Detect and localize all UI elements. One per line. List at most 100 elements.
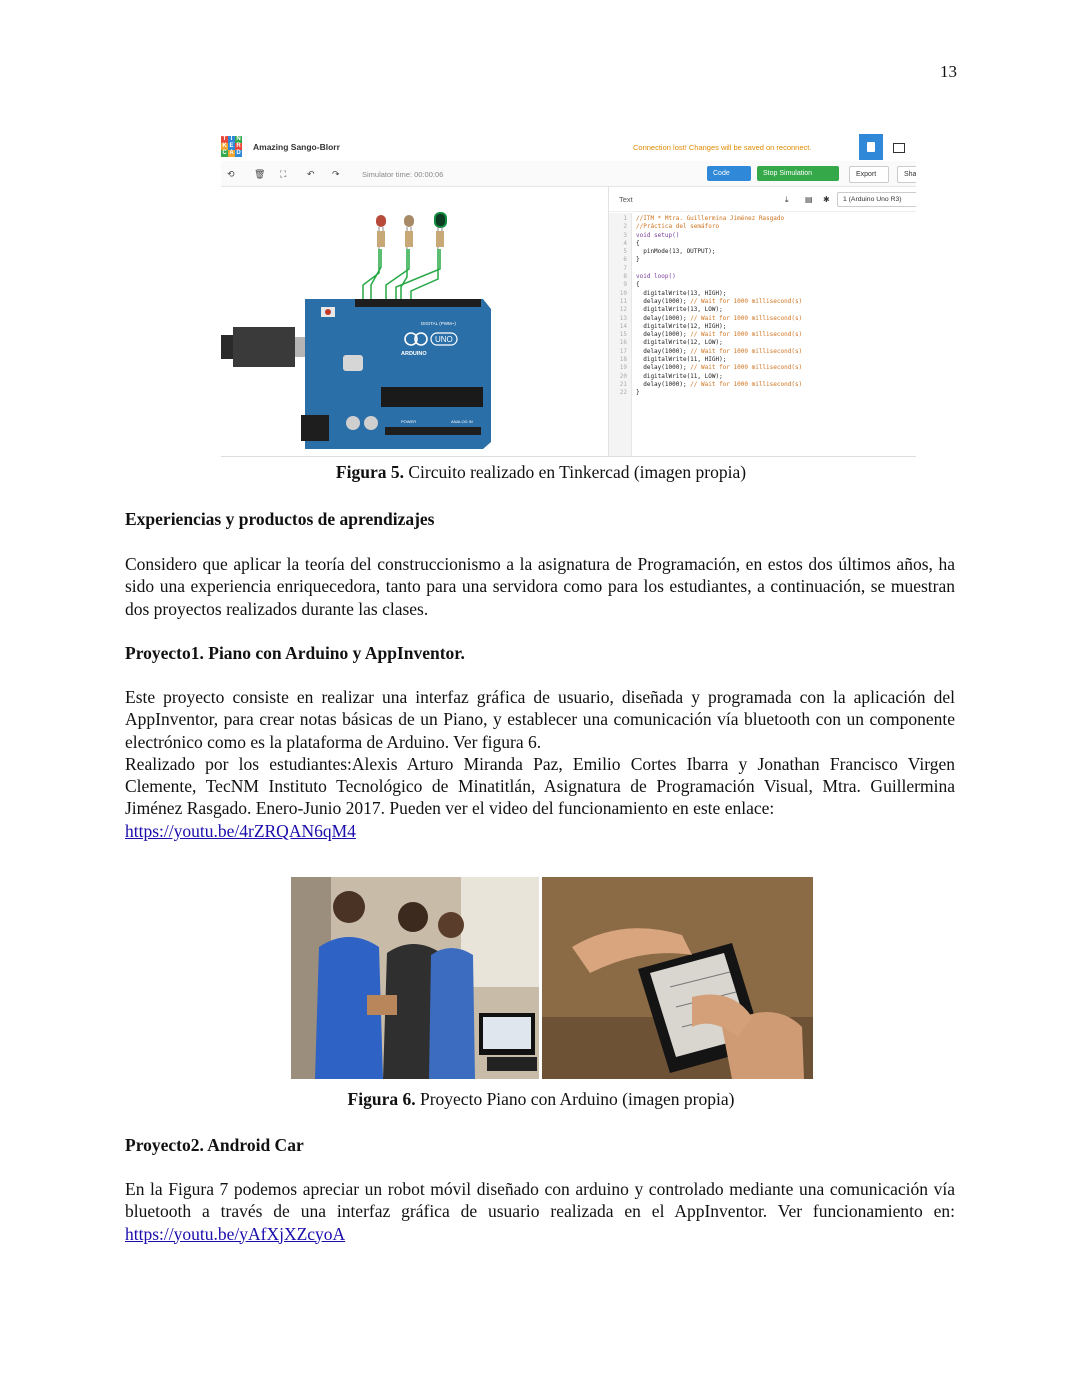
line-number: 13 <box>619 314 627 322</box>
project1-description: Este proyecto consiste en realizar una i… <box>125 687 955 752</box>
code-line: 20 digitalWrite(11, LOW); <box>609 373 916 381</box>
digital-header <box>355 299 481 307</box>
board-power-text: POWER <box>401 419 416 424</box>
project-title: Amazing Sango-Blorr <box>253 142 340 152</box>
green-led <box>434 212 447 249</box>
delete-icon[interactable]: 🗑 <box>254 169 265 180</box>
code-comment: //ITM * Mtra. Guillermina Jiménez Rasgad… <box>636 215 785 222</box>
code-comment: // Wait for 1000 millisecond(s) <box>690 347 803 355</box>
stop-simulation-button[interactable]: Stop Simulation <box>757 166 839 181</box>
download-icon[interactable]: ⤓ <box>785 195 789 205</box>
code-text: { <box>636 281 640 289</box>
figure6-caption-text: Proyecto Piano con Arduino (imagen propi… <box>415 1089 735 1109</box>
code-comment: //Práctica del semáforo <box>636 223 720 231</box>
code-text: void setup() <box>636 231 680 239</box>
code-text: delay(1000); <box>636 347 691 355</box>
figure6-caption-label: Figura 6. <box>347 1089 416 1109</box>
code-line: 16 digitalWrite(12, LOW); <box>609 339 916 347</box>
circuit-canvas[interactable]: UNO ARDUINO DIGITAL (PWM~) POWER ANALOG … <box>221 187 608 456</box>
code-text: void loop() <box>636 273 676 281</box>
code-line: 18 digitalWrite(11, HIGH); <box>609 356 916 364</box>
connection-warning: Connection lost! Changes will be saved o… <box>633 143 812 152</box>
code-line: 19 delay(1000); // Wait for 1000 millise… <box>609 364 916 372</box>
usb-plug <box>233 327 295 367</box>
code-text: digitalWrite(12, LOW); <box>636 339 723 347</box>
project1-paragraph: Este proyecto consiste en realizar una i… <box>125 686 955 842</box>
project1-video-link[interactable]: https://youtu.be/4rZRQAN6qM4 <box>125 821 356 841</box>
code-text: } <box>636 389 640 397</box>
code-line: 9{ <box>609 281 916 289</box>
logo-letter: E <box>228 143 235 150</box>
circuit-wires <box>362 249 441 305</box>
figure5-caption: Figura 5. Circuito realizado en Tinkerca… <box>0 462 1082 483</box>
code-comment: // Wait for 1000 millisecond(s) <box>690 380 803 388</box>
fit-view-icon[interactable]: ⛶ <box>280 169 286 180</box>
export-button[interactable]: Export <box>849 166 889 183</box>
code-line: 10 digitalWrite(13, HIGH); <box>609 290 916 298</box>
upload-icon[interactable]: ▤ <box>805 195 813 204</box>
tinkercad-topbar: TINKERCAD Amazing Sango-Blorr Connection… <box>221 134 916 162</box>
undo-icon[interactable]: ↶ <box>307 169 315 180</box>
code-text: { <box>636 239 640 247</box>
debug-icon[interactable]: ✱ <box>823 195 830 204</box>
line-number: 6 <box>623 256 627 264</box>
code-text: } <box>636 256 640 264</box>
figure6-caption: Figura 6. Proyecto Piano con Arduino (im… <box>0 1089 1082 1110</box>
board-brand-text: ARDUINO <box>401 351 427 357</box>
code-text: delay(1000); <box>636 380 691 388</box>
code-mode-label[interactable]: Text <box>619 195 633 204</box>
code-comment: // Wait for 1000 millisecond(s) <box>690 364 803 372</box>
code-line: 2 //Práctica del semáforo <box>609 223 916 231</box>
code-editor[interactable]: 1 //ITM * Mtra. Guillermina Jiménez Rasga… <box>609 215 916 398</box>
line-number: 20 <box>619 372 627 380</box>
phone-piano-photo-image <box>542 877 813 1079</box>
line-number: 2 <box>623 223 627 231</box>
line-number: 19 <box>619 364 627 372</box>
board-select[interactable]: 1 (Arduino Uno R3) <box>837 192 916 207</box>
line-number: 8 <box>623 273 627 281</box>
line-number: 7 <box>623 264 627 272</box>
code-text: delay(1000); <box>636 297 691 305</box>
code-line: 22} <box>609 389 916 397</box>
code-button[interactable]: Code <box>707 166 751 181</box>
schematic-view-tab[interactable] <box>893 143 905 153</box>
logo-letter: R <box>235 143 242 150</box>
code-line: 8 void loop() <box>609 273 916 281</box>
code-text: digitalWrite(11, LOW); <box>636 372 723 380</box>
students-photo-image <box>291 877 539 1079</box>
arduino-board <box>305 299 491 449</box>
logo-letter: I <box>228 136 235 143</box>
power-analog-header <box>385 427 481 435</box>
code-line: 6} <box>609 256 916 264</box>
project1-heading: Proyecto1. Piano con Arduino y AppInvent… <box>125 643 465 663</box>
line-number: 11 <box>619 297 627 305</box>
code-line: 5 pinMode(13, OUTPUT); <box>609 248 916 256</box>
code-line: 21 delay(1000); // Wait for 1000 millise… <box>609 381 916 389</box>
code-text: digitalWrite(12, HIGH); <box>636 322 727 330</box>
redo-icon[interactable]: ↷ <box>332 169 340 180</box>
line-number: 4 <box>623 239 627 247</box>
section-paragraph: Considero que aplicar la teoría del cons… <box>125 554 955 619</box>
line-number: 22 <box>619 389 627 397</box>
code-text: digitalWrite(13, LOW); <box>636 306 723 314</box>
crystal <box>343 355 363 371</box>
share-button[interactable]: Sha <box>897 166 916 183</box>
rotate-icon[interactable]: ⟲ <box>227 169 235 180</box>
power-jack <box>301 415 329 441</box>
tinkercad-toolbar: ⟲ 🗑 ⛶ ↶ ↷ Simulator time: 00:00:06 Code … <box>221 161 916 187</box>
code-text: digitalWrite(13, HIGH); <box>636 289 727 297</box>
logo-letter: T <box>221 136 228 143</box>
figure5-caption-label: Figura 5. <box>335 462 404 482</box>
code-line: 11 delay(1000); // Wait for 1000 millise… <box>609 298 916 306</box>
project2-heading: Proyecto2. Android Car <box>125 1135 304 1155</box>
line-number: 21 <box>619 380 627 388</box>
code-panel: Text ⤓ ▤ ✱ 1 (Arduino Uno R3) 1 //ITM * M… <box>608 187 916 456</box>
code-line: 13 delay(1000); // Wait for 1000 millise… <box>609 315 916 323</box>
page-number: 13 <box>940 62 957 81</box>
code-line: 15 delay(1000); // Wait for 1000 millise… <box>609 331 916 339</box>
circuit-view-tab[interactable] <box>859 134 883 160</box>
code-line: 12 digitalWrite(13, LOW); <box>609 306 916 314</box>
board-analog-text: ANALOG IN <box>451 419 473 424</box>
project2-video-link[interactable]: https://youtu.be/yAfXjXZcyoA <box>125 1224 345 1244</box>
code-line: 1 //ITM * Mtra. Guillermina Jiménez Rasga… <box>609 215 916 223</box>
